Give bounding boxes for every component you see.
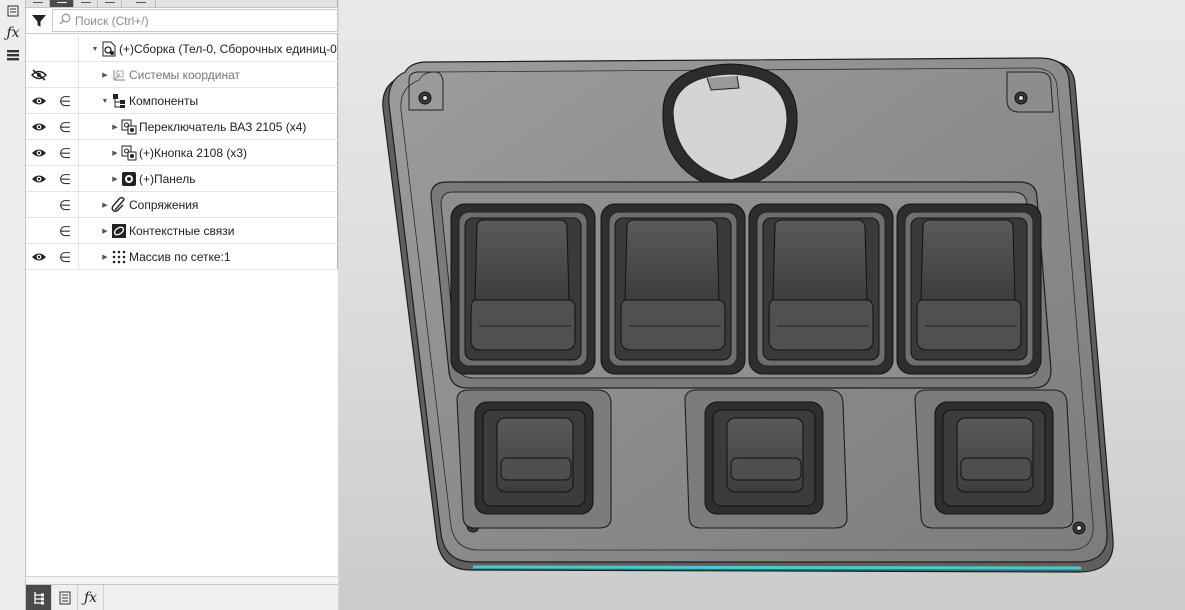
subassembly-icon [120,118,138,136]
switch-key [600,203,746,375]
panel-tab-structure[interactable] [50,0,74,7]
3d-viewport[interactable] [339,0,1185,610]
bottom-tab-strip: ƒx [26,584,338,610]
tree-row-grid-array[interactable]: ∈ ▶ Массив по сетке:1 [26,244,338,270]
switch-key [748,203,894,375]
expand-arrow-icon[interactable]: ▶ [100,71,110,79]
expand-arrow-icon[interactable]: ▶ [100,201,110,209]
panel-tab-tree[interactable] [26,0,50,7]
switch-key [450,203,596,375]
subassembly-icon [120,144,138,162]
visibility-cell [26,218,52,244]
expand-arrow-icon[interactable]: ▶ [110,149,120,157]
eye-icon[interactable] [26,114,52,140]
eye-icon[interactable] [26,244,52,270]
mates-icon [110,196,128,214]
panel-tab-more[interactable] [98,0,122,7]
horizontal-scrollbar[interactable] [26,576,338,584]
include-icon[interactable]: ∈ [52,218,78,244]
context-links-icon [110,222,128,240]
left-strip: ƒx [0,0,26,610]
button-key [704,401,824,515]
tree-row-button-part[interactable]: ∈ ▶ (+)Кнопка 2108 (x3) [26,140,338,166]
fx-icon[interactable]: ƒx [0,22,26,44]
tree-label: Сопряжения [129,198,199,212]
tree-label: Массив по сетке:1 [129,250,231,264]
include-cell [52,62,78,88]
tree-row-context-links[interactable]: ∈ ▶ Контекстные связи [26,218,338,244]
tree-row-root[interactable]: ▼ (+)Сборка (Тел-0, Сборочных единиц-0 [26,36,338,62]
model-tree-panel: ▼ (+)Сборка (Тел-0, Сборочных единиц-0 ▶… [26,0,338,610]
include-icon[interactable]: ∈ [52,166,78,192]
tree-row-components[interactable]: ∈ ▼ Компоненты [26,88,338,114]
switch-key [896,203,1042,375]
tree-label: Компоненты [129,94,199,108]
components-icon [110,92,128,110]
properties-icon[interactable] [52,585,78,610]
filter-icon[interactable] [26,8,52,33]
include-cell [52,36,78,62]
search-icon [59,13,71,28]
model-render [382,57,1114,573]
tree-label: Контекстные связи [129,224,235,238]
button-key [474,401,594,515]
expand-arrow-icon[interactable]: ▶ [110,123,120,131]
tree-empty-area [26,270,338,576]
expand-arrow-icon[interactable]: ▶ [100,253,110,261]
tree-label: (+)Сборка (Тел-0, Сборочных единиц-0 [119,42,337,56]
tree-label: (+)Кнопка 2108 (x3) [139,146,248,160]
tree-row-mates[interactable]: ∈ ▶ Сопряжения [26,192,338,218]
button-keys [474,401,1054,515]
tree-row-coordinate-systems[interactable]: ▶ Системы координат [26,62,338,88]
button-key [934,401,1054,515]
eye-icon[interactable] [26,166,52,192]
grid-array-icon [110,248,128,266]
panel-tab-strip [26,0,337,8]
panel-tab-layers[interactable] [74,0,98,7]
visibility-cell [26,36,52,62]
part-icon [120,170,138,188]
tree-label: (+)Панель [139,172,196,186]
tree-label: Переключатель ВАЗ 2105 (x4) [139,120,307,134]
expand-arrow-icon[interactable]: ▼ [100,98,110,105]
include-icon[interactable]: ∈ [52,140,78,166]
tree-label: Системы координат [129,68,240,82]
tree-icon[interactable] [0,0,26,22]
include-icon[interactable]: ∈ [52,88,78,114]
search-row [26,8,338,34]
expand-arrow-icon[interactable]: ▼ [90,46,100,53]
visibility-cell [26,192,52,218]
include-icon[interactable]: ∈ [52,114,78,140]
expand-arrow-icon[interactable]: ▶ [100,227,110,235]
fx-icon[interactable]: ƒx [78,585,104,610]
model-tree: ▼ (+)Сборка (Тел-0, Сборочных единиц-0 ▶… [26,36,338,270]
search-field [52,9,338,32]
hidden-icon[interactable] [26,62,52,88]
tree-icon[interactable] [26,585,52,610]
menu-icon[interactable] [0,44,26,66]
include-icon[interactable]: ∈ [52,244,78,270]
include-icon[interactable]: ∈ [52,192,78,218]
eye-icon[interactable] [26,88,52,114]
coordinate-system-icon [110,66,128,84]
tree-row-switch[interactable]: ∈ ▶ Переключатель ВАЗ 2105 (x4) [26,114,338,140]
tree-row-panel-part[interactable]: ∈ ▶ (+)Панель [26,166,338,192]
expand-arrow-icon[interactable]: ▶ [110,175,120,183]
eye-icon[interactable] [26,140,52,166]
panel-tab-views[interactable] [126,0,156,7]
assembly-icon [100,40,118,58]
search-input[interactable] [75,13,315,28]
